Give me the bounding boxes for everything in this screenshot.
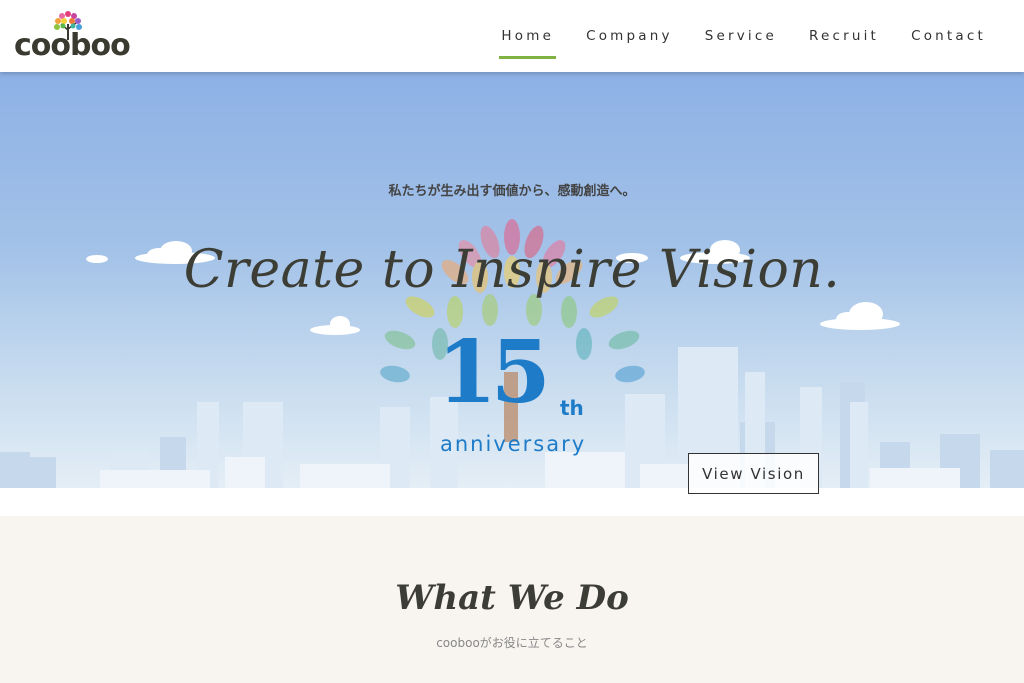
hero-headline: Create to Inspire Vision. <box>183 240 841 300</box>
hero-section: 私たちが生み出す価値から、感動創造へ。 Create to Inspire Vi… <box>0 72 1024 516</box>
anniversary-number: 15 <box>437 322 551 423</box>
main-nav: Home Company Service Recruit Contact <box>485 0 1002 72</box>
cooboo-logo[interactable]: cooboo <box>14 8 131 64</box>
nav-item-company[interactable]: Company <box>570 0 689 72</box>
nav-item-service[interactable]: Service <box>689 0 793 72</box>
hero-tagline-jp: 私たちが生み出す価値から、感動創造へ。 <box>388 184 636 199</box>
section-subtitle: coobooがお役に立てること <box>436 636 588 650</box>
brand-name: cooboo <box>14 28 131 63</box>
anniversary-suffix: th <box>560 396 584 420</box>
anniversary-word: anniversary <box>440 432 587 456</box>
nav-item-home[interactable]: Home <box>485 0 570 72</box>
view-vision-button[interactable]: View Vision <box>688 453 819 494</box>
nav-item-contact[interactable]: Contact <box>895 0 1002 72</box>
nav-item-recruit[interactable]: Recruit <box>793 0 895 72</box>
section-title: What We Do <box>395 578 629 618</box>
site-header: cooboo Home Company Service Recruit Cont… <box>0 0 1024 72</box>
what-we-do-section: What We Do coobooがお役に立てること <box>0 516 1024 683</box>
